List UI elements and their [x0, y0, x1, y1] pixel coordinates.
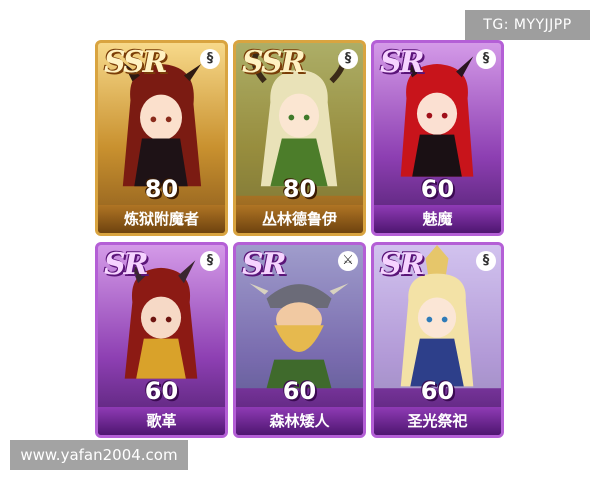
spiral-icon: §	[200, 251, 220, 271]
card-holy-priest[interactable]: SR § 60 圣光祭祀	[371, 242, 504, 438]
card-level: 60	[144, 377, 179, 405]
card-jungle-druid[interactable]: SSR § 80 丛林德鲁伊	[233, 40, 366, 236]
rarity-label: SR	[380, 45, 425, 80]
spiral-icon: §	[476, 49, 496, 69]
spiral-icon: §	[200, 49, 220, 69]
rarity-label: SSR	[104, 45, 168, 80]
card-forest-dwarf[interactable]: SR ⚔ 60 森林矮人	[233, 242, 366, 438]
card-name: 丛林德鲁伊	[236, 205, 363, 233]
spiral-icon: §	[476, 251, 496, 271]
card-name: 圣光祭祀	[374, 407, 501, 435]
card-level: 80	[282, 175, 317, 203]
card-name: 歌革	[98, 407, 225, 435]
card-hell-enchanter[interactable]: SSR § 80 炼狱附魔者	[95, 40, 228, 236]
tg-watermark: TG: MYYJJPP	[465, 10, 590, 40]
rarity-label: SR	[380, 247, 425, 282]
card-succubus[interactable]: SR § 60 魅魔	[371, 40, 504, 236]
card-level: 60	[420, 377, 455, 405]
card-name: 炼狱附魔者	[98, 205, 225, 233]
card-gog[interactable]: SR § 60 歌革	[95, 242, 228, 438]
rarity-label: SR	[242, 247, 287, 282]
character-card-grid: SSR § 80 炼狱附魔者 SSR § 80 丛林德鲁伊 SR § 60 魅魔	[95, 40, 505, 440]
rarity-label: SR	[104, 247, 149, 282]
crossed-swords-icon: ⚔	[338, 251, 358, 271]
card-level: 60	[282, 377, 317, 405]
card-level: 60	[420, 175, 455, 203]
card-level: 80	[144, 175, 179, 203]
spiral-icon: §	[338, 49, 358, 69]
card-name: 森林矮人	[236, 407, 363, 435]
card-name: 魅魔	[374, 205, 501, 233]
site-watermark: www.yafan2004.com	[10, 440, 188, 470]
rarity-label: SSR	[242, 45, 306, 80]
